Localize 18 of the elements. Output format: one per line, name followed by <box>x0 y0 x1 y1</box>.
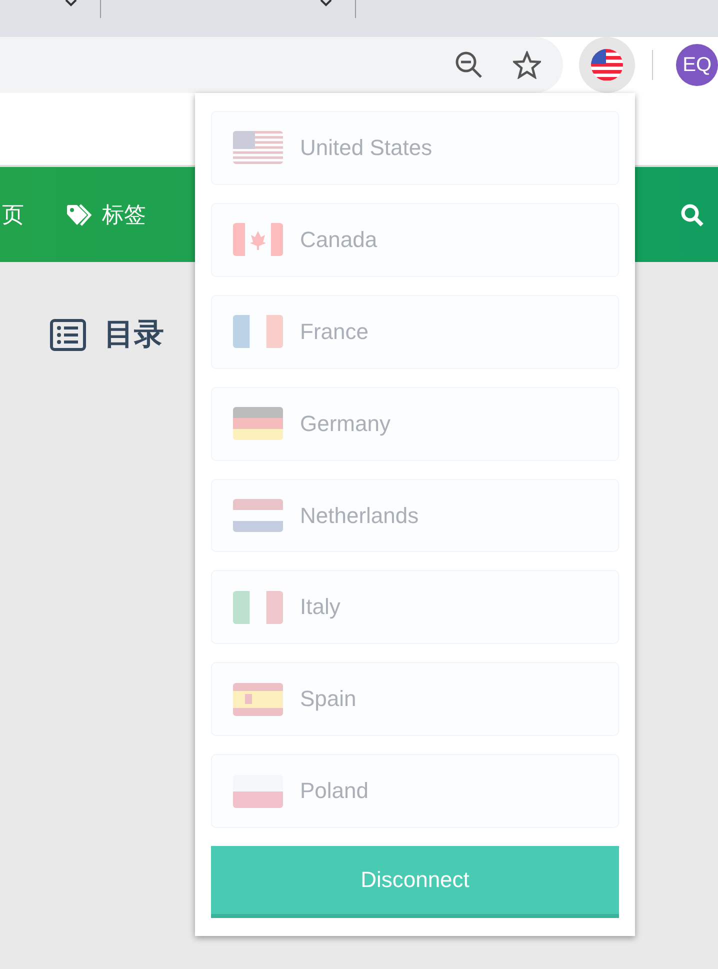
flag-icon <box>233 682 283 716</box>
flag-icon <box>233 223 283 256</box>
disconnect-button[interactable]: Disconnect <box>211 846 619 918</box>
flag-icon <box>233 131 283 164</box>
flag-icon <box>233 590 283 624</box>
flag-icon <box>233 774 283 808</box>
star-icon[interactable] <box>513 51 542 79</box>
flag-icon <box>233 407 283 440</box>
list-icon <box>50 318 86 350</box>
flag-icon <box>233 315 283 348</box>
profile-avatar[interactable]: EQ <box>676 44 718 86</box>
zoom-out-icon[interactable] <box>455 51 484 79</box>
nav-link[interactable]: 页 <box>2 200 24 230</box>
flag-icon <box>591 49 624 81</box>
sidebar-title: 目录 <box>104 317 164 353</box>
nav-link[interactable]: 标签 <box>66 200 146 230</box>
flag-icon <box>233 499 283 532</box>
search-icon[interactable] <box>680 202 704 226</box>
